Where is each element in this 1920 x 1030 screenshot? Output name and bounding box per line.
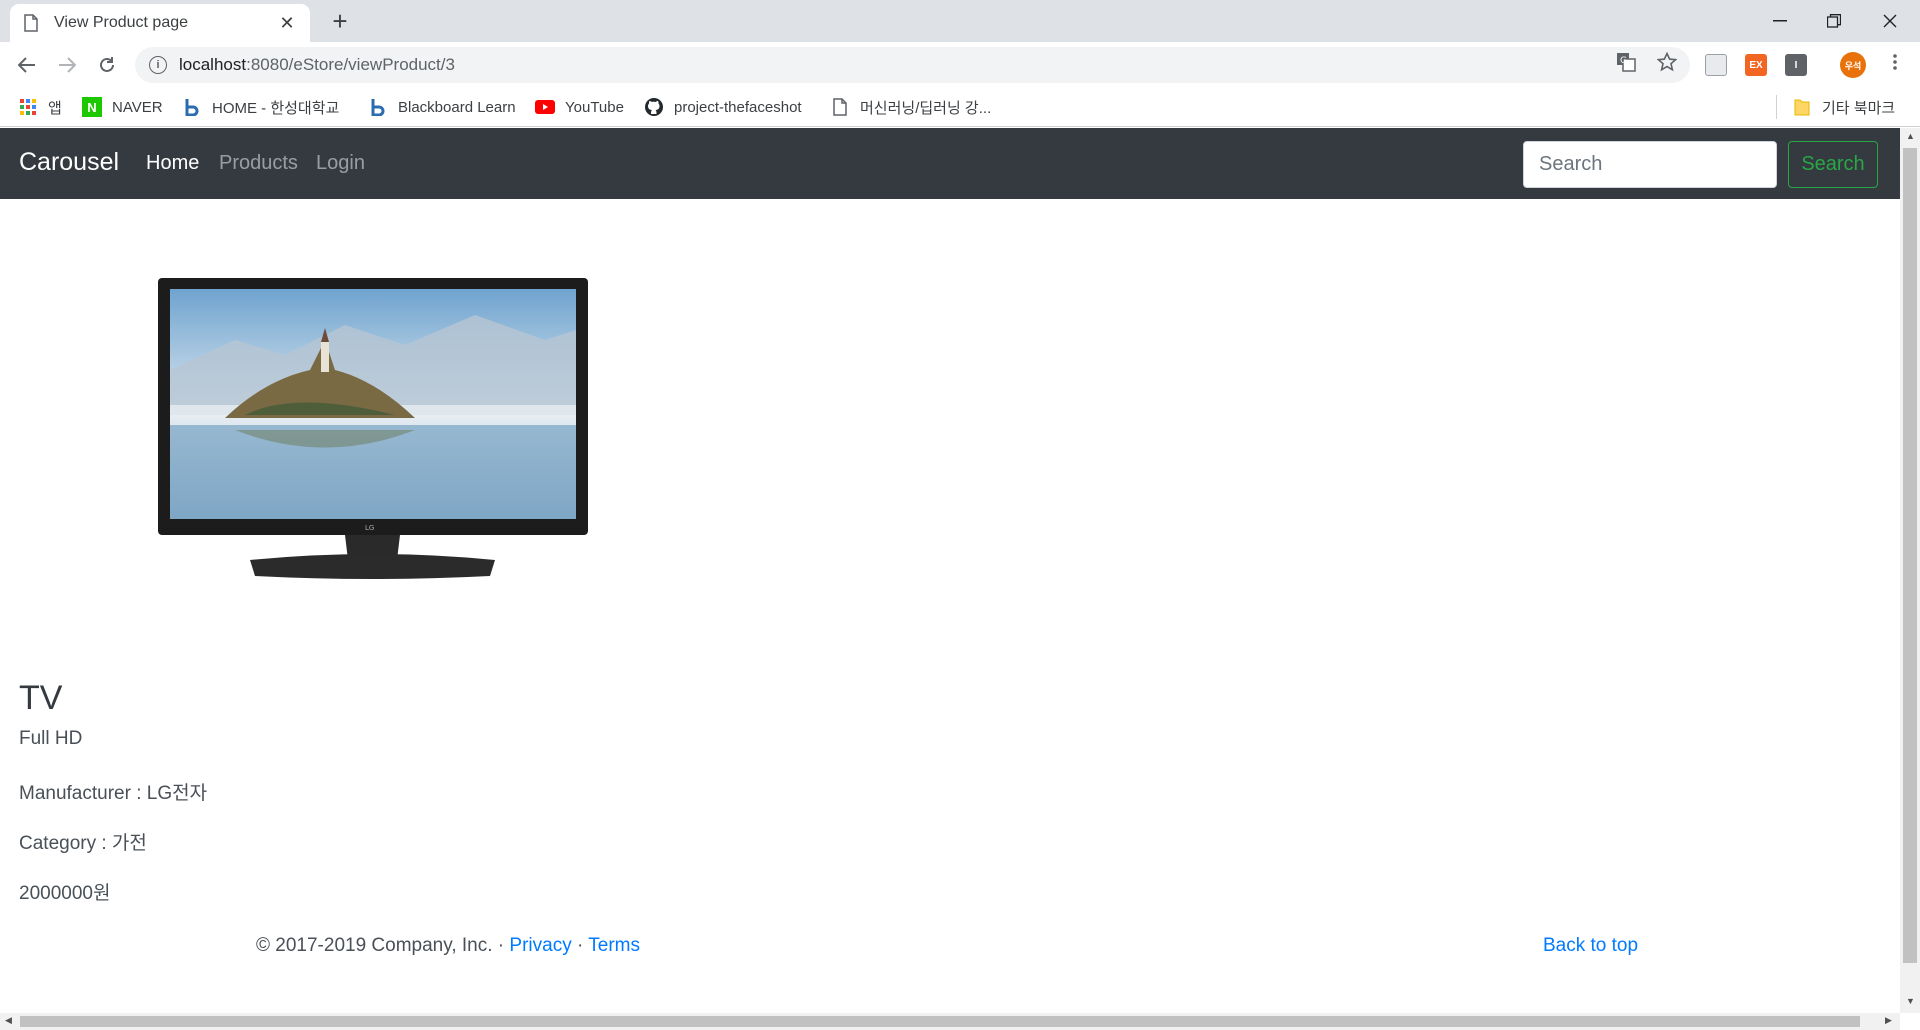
bookmark-hansung[interactable]: HOME - 한성대학교 (182, 95, 339, 119)
product-price: 2000000원 (19, 883, 111, 904)
page-icon (830, 97, 850, 117)
browser-tab[interactable]: View Product page ✕ (10, 4, 310, 42)
product-category: Category : 가전 (19, 833, 147, 854)
profile-avatar[interactable]: 우석 (1840, 52, 1866, 78)
bookmark-other-folder[interactable]: 기타 북마크 (1792, 95, 1895, 119)
tab-strip: View Product page ✕ + (0, 0, 1920, 42)
naver-icon: N (82, 97, 102, 117)
github-icon (644, 97, 664, 117)
bookmark-label: project-thefaceshot (674, 98, 802, 116)
back-icon[interactable] (10, 48, 44, 82)
bookmark-apps[interactable]: 앱 (18, 95, 62, 119)
horizontal-scroll-thumb[interactable] (20, 1016, 1860, 1027)
scroll-down-icon[interactable]: ▼ (1906, 996, 1915, 1006)
browser-toolbar: i localhost:8080/eStore/viewProduct/3 G … (0, 42, 1920, 87)
bookmark-naver[interactable]: N NAVER (82, 95, 163, 119)
apps-grid-icon (18, 97, 38, 117)
url-path: :8080/eStore/viewProduct/3 (246, 55, 455, 74)
menu-kebab-icon[interactable] (1884, 51, 1906, 73)
youtube-icon (535, 97, 555, 117)
product-name: TV (19, 679, 63, 717)
nav-home[interactable]: Home (146, 152, 199, 175)
address-bar[interactable]: i localhost:8080/eStore/viewProduct/3 (135, 47, 1690, 83)
site-navbar: Carousel Home Products Login Search (0, 128, 1900, 199)
terms-link[interactable]: Terms (588, 935, 640, 956)
close-tab-icon[interactable]: ✕ (278, 13, 296, 33)
blackboard-icon (182, 97, 202, 117)
forward-icon[interactable] (50, 48, 84, 82)
bookmarks-divider (1776, 95, 1777, 119)
tab-title: View Product page (54, 14, 189, 31)
bookmark-label: HOME - 한성대학교 (212, 99, 340, 117)
blackboard-icon (368, 97, 388, 117)
bookmark-label: YouTube (565, 98, 624, 116)
product-description: Full HD (19, 728, 83, 749)
ex-extension-icon[interactable]: EX (1745, 54, 1767, 76)
bookmark-label: Blackboard Learn (398, 98, 516, 116)
info-extension-icon[interactable]: I (1785, 54, 1807, 76)
bookmark-blackboard[interactable]: Blackboard Learn (368, 95, 516, 119)
horizontal-scrollbar[interactable]: ◀ ▶ (0, 1013, 1900, 1030)
bookmark-label: 앱 (48, 99, 62, 117)
svg-text:LG: LG (365, 524, 374, 532)
footer-separator: · (571, 935, 589, 956)
nav-products[interactable]: Products (219, 152, 298, 175)
nav-login[interactable]: Login (316, 152, 365, 175)
scroll-left-icon[interactable]: ◀ (5, 1015, 12, 1026)
bookmarks-bar: 앱 N NAVER HOME - 한성대학교 Blackboard Learn … (0, 87, 1920, 127)
url-host: localhost (179, 55, 247, 74)
vertical-scrollbar[interactable]: ▲ ▼ (1900, 128, 1920, 1013)
product-image: LG (158, 278, 588, 579)
back-to-top-link[interactable]: Back to top (1543, 935, 1638, 957)
vertical-scroll-thumb[interactable] (1903, 148, 1917, 963)
scroll-up-icon[interactable]: ▲ (1906, 131, 1915, 141)
product-manufacturer: Manufacturer : LG전자 (19, 783, 208, 804)
folder-icon (1792, 97, 1812, 117)
search-input[interactable] (1523, 141, 1777, 188)
bookmark-youtube[interactable]: YouTube (535, 95, 624, 119)
page-icon (24, 14, 40, 32)
footer-copyright: © 2017-2019 Company, Inc. · Privacy · Te… (256, 935, 640, 957)
copyright-text: © 2017-2019 Company, Inc. · (256, 935, 510, 956)
search-button[interactable]: Search (1788, 141, 1878, 188)
info-icon[interactable]: i (149, 56, 167, 74)
new-tab-button[interactable]: + (325, 6, 355, 36)
bookmark-label: 머신러닝/딥러닝 강... (860, 99, 992, 117)
reload-icon[interactable] (90, 48, 124, 82)
bookmark-label: NAVER (112, 98, 163, 116)
screen-extension-icon[interactable] (1705, 54, 1727, 76)
bookmark-github[interactable]: project-thefaceshot (644, 95, 802, 119)
restore-icon[interactable] (1806, 0, 1862, 42)
scroll-right-icon[interactable]: ▶ (1885, 1015, 1892, 1026)
privacy-link[interactable]: Privacy (509, 935, 571, 956)
page-viewport: Carousel Home Products Login Search LG (0, 128, 1900, 1013)
close-window-icon[interactable] (1862, 0, 1918, 42)
navbar-brand[interactable]: Carousel (19, 148, 119, 177)
minimize-icon[interactable] (1752, 0, 1808, 42)
translate-icon[interactable]: G (1615, 51, 1637, 73)
bookmark-star-icon[interactable] (1656, 51, 1678, 73)
bookmark-ml[interactable]: 머신러닝/딥러닝 강... (830, 95, 991, 119)
bookmark-label: 기타 북마크 (1822, 99, 1896, 117)
svg-text:G: G (1620, 56, 1627, 66)
